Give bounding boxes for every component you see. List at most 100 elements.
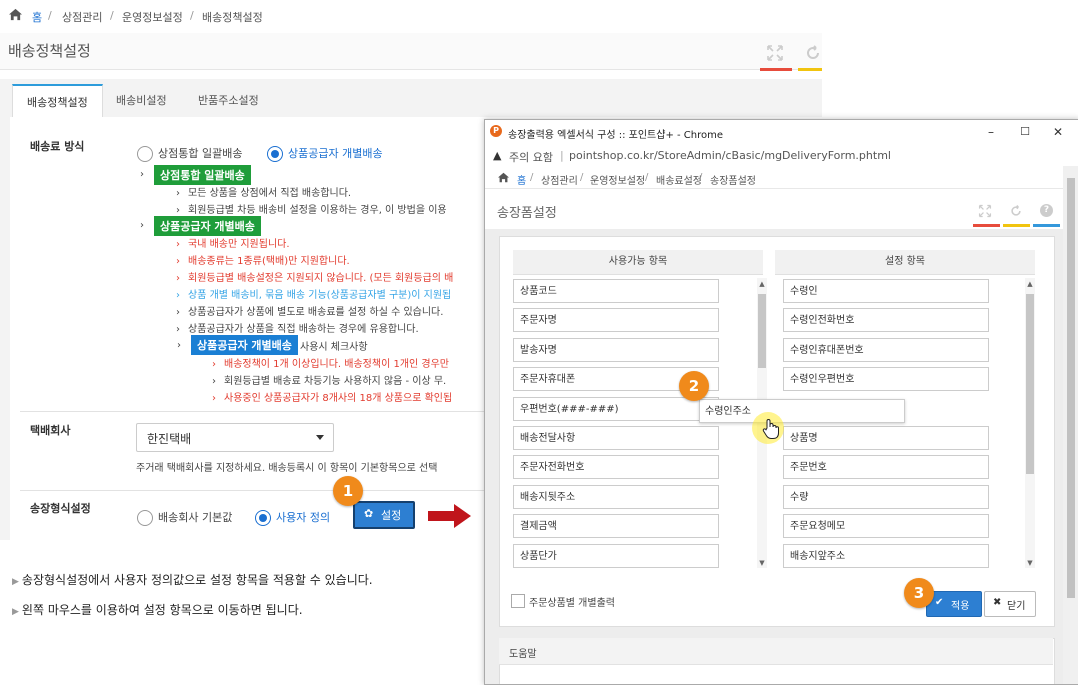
close-button[interactable]: ✖ 닫기 (984, 591, 1036, 617)
breadcrumb-item[interactable]: 상점관리 (62, 9, 102, 25)
url-text[interactable]: pointshop.co.kr/StoreAdmin/cBasic/mgDeli… (569, 149, 891, 162)
apply-button[interactable]: ✔ 적용 (926, 591, 982, 617)
scrollbar-selected[interactable] (1025, 278, 1035, 568)
available-item[interactable]: 배송전달사항 (513, 426, 719, 450)
radio-individual-label[interactable]: 상품공급자 개별배송 (288, 145, 383, 161)
dragging-item[interactable]: 수령인주소 (699, 399, 905, 423)
window-titlebar: P 송장출력용 엑셀서식 구성 :: 포인트샵+ - Chrome – ☐ ✕ (485, 120, 1078, 144)
radio-default[interactable] (137, 510, 153, 526)
available-item[interactable]: 상품단가 (513, 544, 719, 568)
breadcrumb-home[interactable]: 홈 (32, 9, 42, 25)
breadcrumb-sep: / (190, 9, 194, 22)
breadcrumb-item[interactable]: 운영정보설정 (122, 9, 183, 25)
help-title: 도움말 (509, 649, 537, 660)
available-item[interactable]: 배송지뒷주소 (513, 485, 719, 509)
selected-item[interactable]: 배송지앞주소 (783, 544, 989, 568)
setting-button[interactable]: ✿ 설정 (353, 501, 415, 529)
available-item[interactable]: 주문자명 (513, 308, 719, 332)
home-icon[interactable] (497, 172, 510, 183)
breadcrumb-home[interactable]: 홈 (517, 172, 526, 187)
note-line: › 회원등급별 차등 배송비 설정을 이용하는 경우, 이 방법을 이용 (176, 205, 447, 216)
selected-item[interactable]: 주문요청메모 (783, 514, 989, 538)
shipping-method-label: 배송료 방식 (30, 140, 85, 153)
window-scrollbar[interactable] (1063, 166, 1078, 684)
fullscreen-icon[interactable] (978, 204, 992, 218)
radio-custom-label[interactable]: 사용자 정의 (276, 509, 330, 525)
home-icon[interactable] (8, 8, 23, 21)
selected-item[interactable]: 수령인전화번호 (783, 308, 989, 332)
selected-item[interactable]: 수량 (783, 485, 989, 509)
breadcrumb-item: 송장폼설정 (710, 176, 756, 187)
breadcrumb-item[interactable]: 상점관리 (541, 172, 578, 187)
fullscreen-icon[interactable] (766, 44, 784, 62)
radio-integrated[interactable] (137, 146, 153, 162)
individual-print-label[interactable]: 주문상품별 개별출력 (529, 594, 615, 609)
selected-item[interactable]: 주문번호 (783, 455, 989, 479)
arrow-right-icon (428, 504, 471, 528)
selected-item[interactable]: 수령인우편번호 (783, 367, 989, 391)
scroll-down-arrow[interactable]: ▼ (757, 558, 767, 568)
available-item[interactable]: 우편번호(###-###) (513, 397, 719, 421)
setting-button-label: 설정 (381, 509, 402, 522)
scroll-thumb[interactable] (758, 294, 766, 368)
check-line: › 사용중인 상품공급자가 8개사의 18개 상품으로 확인됩 (212, 393, 453, 404)
available-item[interactable]: 결제금액 (513, 514, 719, 538)
popup-breadcrumb: 홈 / 상점관리 / 운영정보설정 / 배송료설정 / 송장폼설정 (485, 166, 1063, 188)
refresh-icon[interactable] (1009, 204, 1023, 218)
step-badge-3: 3 (904, 578, 934, 608)
breadcrumb-sep: / (699, 172, 703, 183)
tab-return-address[interactable]: 반품주소설정 (184, 84, 273, 117)
chevron-right-icon: › (140, 169, 144, 180)
minimize-button[interactable]: – (976, 123, 1006, 141)
note-line: › 국내 배송만 지원됩니다. (176, 239, 290, 250)
badge-individual: 상품공급자 개별배송 (154, 216, 261, 236)
available-item[interactable]: 상품코드 (513, 279, 719, 303)
maximize-button[interactable]: ☐ (1010, 123, 1040, 141)
close-button-label: 닫기 (1007, 601, 1026, 612)
individual-print-checkbox[interactable] (511, 594, 525, 608)
scroll-up-arrow[interactable]: ▲ (1025, 279, 1035, 289)
note-line: › 상품공급자가 상품을 직접 배송하는 경우에 유용합니다. (176, 324, 419, 335)
radio-custom[interactable] (255, 510, 271, 526)
close-window-button[interactable]: ✕ (1043, 123, 1073, 141)
tool-underline (760, 68, 792, 71)
breadcrumb-sep: / (48, 9, 52, 22)
breadcrumb: 홈 / 상점관리 / 운영정보설정 / 배송정책설정 (0, 0, 822, 32)
courier-select[interactable]: 한진택배 (136, 423, 334, 452)
address-bar[interactable]: ▲ 주의 요함 | pointshop.co.kr/StoreAdmin/cBa… (485, 144, 1078, 167)
tab-shipping-fee[interactable]: 배송비설정 (102, 84, 181, 117)
radio-individual[interactable] (267, 146, 283, 162)
selected-item[interactable]: 수령인 (783, 279, 989, 303)
badge-individual-check: 상품공급자 개별배송 (191, 335, 298, 355)
breadcrumb-sep: / (110, 9, 114, 22)
tool-underline (1033, 224, 1060, 227)
scroll-up-arrow[interactable]: ▲ (757, 279, 767, 289)
courier-help: 주거래 택배회사를 지정하세요. 배송등록시 이 항목이 기본항목으로 선택 (136, 463, 438, 474)
selected-item[interactable]: 상품명 (783, 426, 989, 450)
available-item[interactable]: 주문자전화번호 (513, 455, 719, 479)
scroll-thumb[interactable] (1067, 178, 1075, 598)
tool-underline (973, 224, 1000, 227)
tab-shipping-policy[interactable]: 배송정책설정 (12, 84, 103, 118)
note-line: › 모든 상품을 상점에서 직접 배송합니다. (176, 188, 352, 199)
note: ▶ 송장형식설정에서 사용자 정의값으로 설정 항목을 적용할 수 있습니다. (12, 573, 373, 587)
breadcrumb-item[interactable]: 배송료설정 (656, 172, 702, 187)
help-icon[interactable]: ? (1040, 204, 1053, 217)
check-line: › 회원등급별 배송료 차등기능 사용하지 않음 - 이상 무. (212, 376, 447, 387)
available-item[interactable]: 발송자명 (513, 338, 719, 362)
tool-underline (798, 68, 822, 71)
popup-window: P 송장출력용 엑셀서식 구성 :: 포인트샵+ - Chrome – ☐ ✕ … (484, 119, 1078, 685)
selected-item[interactable]: 수령인휴대폰번호 (783, 338, 989, 362)
scroll-down-arrow[interactable]: ▼ (1025, 558, 1035, 568)
chevron-right-icon: › (177, 340, 181, 351)
breadcrumb-item[interactable]: 운영정보설정 (590, 172, 645, 187)
note-line: › 배송종류는 1종류(택배)만 지원합니다. (176, 256, 350, 267)
scroll-thumb[interactable] (1026, 294, 1034, 474)
breadcrumb-sep: / (645, 172, 649, 183)
gear-icon: ✿ (364, 507, 374, 520)
address-sep: | (560, 149, 564, 162)
help-header: 도움말 (499, 638, 1053, 665)
refresh-icon[interactable] (804, 44, 822, 62)
radio-default-label[interactable]: 배송회사 기본값 (158, 509, 232, 525)
radio-integrated-label[interactable]: 상점통합 일괄배송 (158, 145, 242, 161)
